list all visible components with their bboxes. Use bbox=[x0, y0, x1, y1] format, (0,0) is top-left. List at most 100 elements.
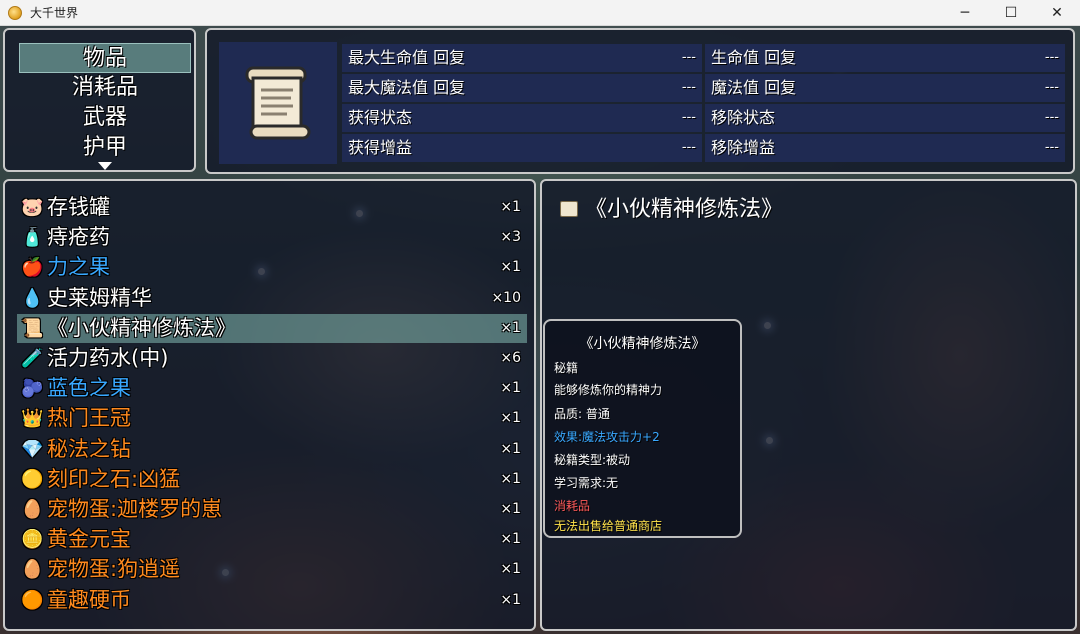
item-row[interactable]: 🐷 存钱罐 ×1 bbox=[17, 193, 527, 222]
red-fruit-icon: 🍎 bbox=[21, 257, 44, 279]
scroll-down-arrow-icon[interactable] bbox=[98, 162, 112, 170]
tooltip-title: 《小伙精神修炼法》 bbox=[579, 336, 706, 352]
window-title: 大千世界 bbox=[30, 6, 79, 20]
yellow-stone-icon: 🟡 bbox=[21, 468, 44, 490]
item-tooltip: 《小伙精神修炼法》 秘籍 能够修炼你的精神力 品质: 普通 效果:魔法攻击力+2… bbox=[543, 319, 742, 538]
item-stats-panel: 最大生命值 回复 --- 生命值 回复 --- 最大魔法值 回复 --- 魔法值 回复… bbox=[205, 28, 1075, 174]
item-row[interactable]: 🍎 力之果 ×1 bbox=[17, 253, 527, 282]
tooltip-quality: 品质: 普通 bbox=[554, 407, 610, 421]
item-count: ×10 bbox=[491, 289, 521, 306]
item-row[interactable]: 🥚 宠物蛋:迦楼罗的崽 ×1 bbox=[17, 495, 527, 524]
item-count: ×1 bbox=[500, 531, 521, 548]
stat-gain-state: 获得状态 --- bbox=[342, 104, 702, 132]
stat-label: 移除增益 bbox=[711, 138, 776, 157]
stat-max-hp-recovery: 最大生命值 回复 --- bbox=[342, 44, 702, 72]
crown-icon: 👑 bbox=[21, 408, 44, 430]
stat-label: 移除状态 bbox=[711, 108, 776, 127]
medicine-bottle-icon: 🧴 bbox=[21, 227, 44, 249]
stat-label: 生命值 回复 bbox=[711, 48, 797, 67]
piggy-bank-icon: 🐷 bbox=[21, 197, 44, 218]
stat-value: --- bbox=[681, 110, 696, 125]
item-row[interactable]: 🧴 痔疮药 ×3 bbox=[17, 223, 527, 252]
egg-icon: 🥚 bbox=[21, 559, 44, 581]
item-name: 宠物蛋:迦楼罗的崽 bbox=[47, 497, 223, 521]
category-consumables[interactable]: 消耗品 bbox=[19, 73, 191, 103]
blue-fruit-icon: 🫐 bbox=[21, 378, 44, 400]
item-name: 《小伙精神修炼法》 bbox=[47, 315, 236, 340]
item-count: ×3 bbox=[500, 229, 521, 246]
stat-value: --- bbox=[1044, 110, 1059, 125]
category-weapons[interactable]: 武器 bbox=[19, 103, 191, 133]
item-row[interactable]: 📜 《小伙精神修炼法》 ×1 bbox=[17, 313, 527, 343]
item-count: ×1 bbox=[500, 380, 521, 397]
stat-label: 魔法值 回复 bbox=[711, 78, 797, 97]
item-name: 童趣硬币 bbox=[47, 587, 131, 612]
coin-icon: 🟠 bbox=[21, 589, 44, 611]
item-preview bbox=[219, 42, 337, 164]
tooltip-type: 秘籍 bbox=[554, 361, 579, 375]
item-name: 黄金元宝 bbox=[47, 527, 131, 552]
stat-label: 最大魔法值 回复 bbox=[348, 78, 466, 97]
item-name: 力之果 bbox=[47, 255, 110, 280]
item-name: 存钱罐 bbox=[47, 195, 110, 219]
stat-value: --- bbox=[681, 50, 696, 65]
stat-remove-state: 移除状态 --- bbox=[705, 104, 1065, 132]
item-count: ×1 bbox=[500, 410, 521, 427]
tooltip-sell-note: 无法出售给普通商店 bbox=[554, 519, 663, 533]
stat-mp-recovery: 魔法值 回复 --- bbox=[705, 74, 1065, 102]
detail-title: 《小伙精神修炼法》 bbox=[585, 197, 784, 222]
app-icon bbox=[8, 5, 22, 20]
item-row[interactable]: 💎 秘法之钻 ×1 bbox=[17, 435, 527, 464]
tooltip-category: 消耗品 bbox=[554, 499, 591, 513]
tooltip-requirement: 学习需求:无 bbox=[554, 476, 619, 490]
game-canvas: 物品 消耗品 武器 护甲 最大生命值 回复 --- 生命值 回复 --- 最大魔… bbox=[0, 26, 1080, 634]
stat-value: --- bbox=[1044, 140, 1059, 155]
item-count: ×1 bbox=[500, 199, 521, 215]
detail-title-row: 《小伙精神修炼法》 bbox=[560, 191, 783, 223]
stat-label: 获得状态 bbox=[348, 108, 413, 127]
stat-value: --- bbox=[681, 80, 696, 95]
stat-value: --- bbox=[681, 140, 696, 155]
item-count: ×1 bbox=[500, 259, 521, 276]
stat-value: --- bbox=[1044, 80, 1059, 95]
stat-value: --- bbox=[1044, 50, 1059, 65]
item-count: ×6 bbox=[500, 350, 521, 366]
stat-label: 最大生命值 回复 bbox=[348, 48, 466, 67]
item-row[interactable]: 🫐 蓝色之果 ×1 bbox=[17, 374, 527, 403]
item-name: 痔疮药 bbox=[47, 225, 110, 250]
item-row[interactable]: 💧 史莱姆精华 ×10 bbox=[17, 284, 527, 313]
item-row[interactable]: 🟠 童趣硬币 ×1 bbox=[17, 586, 527, 615]
item-name: 蓝色之果 bbox=[47, 376, 131, 401]
item-count: ×1 bbox=[500, 591, 521, 608]
stat-remove-buff: 移除增益 --- bbox=[705, 134, 1065, 162]
close-button[interactable]: ✕ bbox=[1034, 0, 1080, 26]
scroll-icon bbox=[560, 201, 578, 217]
scroll-icon bbox=[245, 66, 311, 140]
item-count: ×1 bbox=[500, 501, 521, 517]
item-name: 热门王冠 bbox=[47, 406, 131, 431]
scroll-icon: 📜 bbox=[21, 317, 44, 339]
minimize-button[interactable]: ─ bbox=[942, 0, 988, 26]
category-panel: 物品 消耗品 武器 护甲 bbox=[3, 28, 196, 172]
item-name: 史莱姆精华 bbox=[47, 285, 152, 310]
purple-gem-icon: 💎 bbox=[21, 438, 44, 460]
item-count: ×1 bbox=[500, 470, 521, 487]
stat-label: 获得增益 bbox=[348, 138, 413, 157]
item-row[interactable]: 🟡 刻印之石:凶猛 ×1 bbox=[17, 465, 527, 494]
item-name: 刻印之石:凶猛 bbox=[47, 466, 181, 491]
item-row[interactable]: 🪙 黄金元宝 ×1 bbox=[17, 525, 527, 554]
egg-icon: 🥚 bbox=[21, 499, 44, 520]
game-window: 大千世界 ─ ☐ ✕ 物品 消耗品 武器 护甲 最大生命值 回复 --- 生命值… bbox=[0, 0, 1080, 634]
item-count: ×1 bbox=[500, 440, 521, 457]
item-row[interactable]: 🧪 活力药水(中) ×6 bbox=[17, 344, 527, 373]
category-items[interactable]: 物品 bbox=[19, 43, 191, 73]
stat-max-mp-recovery: 最大魔法值 回复 --- bbox=[342, 74, 702, 102]
item-row[interactable]: 👑 热门王冠 ×1 bbox=[17, 404, 527, 433]
title-bar: 大千世界 ─ ☐ ✕ bbox=[0, 0, 1080, 26]
category-armor[interactable]: 护甲 bbox=[19, 133, 191, 163]
maximize-button[interactable]: ☐ bbox=[988, 0, 1034, 26]
item-count: ×1 bbox=[500, 561, 521, 578]
item-row[interactable]: 🥚 宠物蛋:狗逍遥 ×1 bbox=[17, 555, 527, 584]
tooltip-book-type: 秘籍类型:被动 bbox=[554, 453, 631, 467]
gold-ingot-icon: 🪙 bbox=[21, 529, 44, 551]
